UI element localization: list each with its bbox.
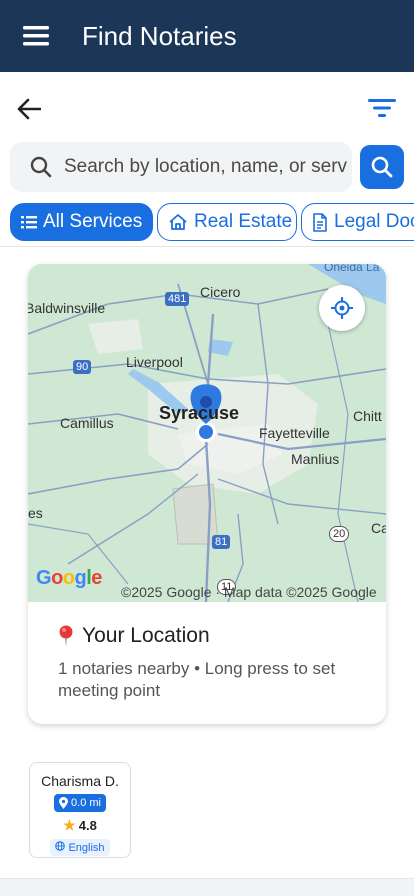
my-location-button[interactable]: [319, 285, 365, 331]
distance-badge: 0.0 mi: [54, 794, 106, 812]
notary-card[interactable]: Charisma D. 0.0 mi ★ 4.8 English: [29, 762, 131, 858]
document-icon: [313, 212, 327, 232]
divider: [0, 246, 414, 247]
toolbar: [0, 80, 414, 136]
back-arrow-icon: [17, 98, 41, 120]
rating: ★ 4.8: [63, 817, 97, 834]
map-label-syracuse: Syracuse: [159, 403, 240, 423]
search-icon: [28, 154, 54, 180]
page-title: Find Notaries: [82, 20, 237, 51]
pushpin-icon: [58, 625, 74, 647]
distance-text: 0.0 mi: [71, 797, 101, 809]
route-shield-81: 81: [212, 535, 231, 549]
hamburger-menu-icon: [23, 26, 49, 46]
map-label-camillus: Camillus: [60, 415, 114, 431]
crosshair-icon: [331, 297, 353, 319]
map-label-ca: Ca: [371, 520, 386, 536]
chip-label: Legal Doc: [334, 211, 414, 232]
notary-name: Charisma D.: [41, 773, 119, 789]
map-label-cicero: Cicero: [200, 284, 241, 300]
location-subtitle: 1 notaries nearby • Long press to set me…: [58, 659, 336, 700]
google-logo: Google: [36, 567, 102, 589]
map-label-fayetteville: Fayetteville: [259, 425, 330, 441]
route-shield-481: 481: [165, 292, 190, 306]
home-icon: [169, 214, 187, 230]
route-shield-20: 20: [329, 526, 350, 542]
filter-button[interactable]: [366, 92, 398, 124]
bottom-sheet-edge: [0, 878, 414, 896]
search-input[interactable]: [64, 156, 352, 178]
language-text: English: [68, 841, 105, 854]
service-filter-chips: All Services Real Estate Legal Doc: [10, 203, 414, 241]
chip-legal-doc[interactable]: Legal Doc: [301, 203, 414, 241]
search-box: [10, 142, 352, 192]
search-icon: [371, 156, 393, 178]
list-icon: [21, 216, 37, 229]
map-attribution[interactable]: ©2025 Google · Map data ©2025 Google: [121, 584, 377, 600]
filter-icon: [368, 99, 396, 117]
app-bar: Find Notaries: [0, 0, 414, 72]
map-view[interactable]: Baldwinsville Cicero Liverpool Syracuse …: [28, 264, 386, 602]
map-label-chittenango: Chitt: [353, 408, 382, 424]
search-button[interactable]: [360, 145, 404, 189]
location-title: Your Location: [58, 624, 368, 648]
chip-label: Real Estate: [194, 211, 293, 232]
map-label-es: es: [28, 505, 43, 521]
route-shield-90: 90: [73, 360, 92, 374]
map-label-lake: Oneida La: [324, 264, 380, 274]
location-title-text: Your Location: [82, 624, 210, 647]
back-button[interactable]: [12, 92, 46, 126]
location-pin-icon: [59, 797, 69, 809]
menu-button[interactable]: [0, 0, 72, 72]
map-label-liverpool: Liverpool: [126, 354, 183, 370]
map-label-baldwinsville: Baldwinsville: [28, 300, 106, 316]
chip-real-estate[interactable]: Real Estate: [157, 203, 297, 241]
language-badge: English: [50, 839, 110, 856]
location-info: Your Location 1 notaries nearby • Long p…: [58, 624, 368, 702]
map-card: Baldwinsville Cicero Liverpool Syracuse …: [28, 264, 386, 724]
chip-label: All Services: [43, 211, 143, 232]
rating-value: 4.8: [78, 818, 97, 833]
star-icon: ★: [63, 817, 76, 833]
chip-all-services[interactable]: All Services: [10, 203, 153, 241]
globe-icon: [55, 841, 66, 854]
map-label-manlius: Manlius: [291, 451, 340, 467]
